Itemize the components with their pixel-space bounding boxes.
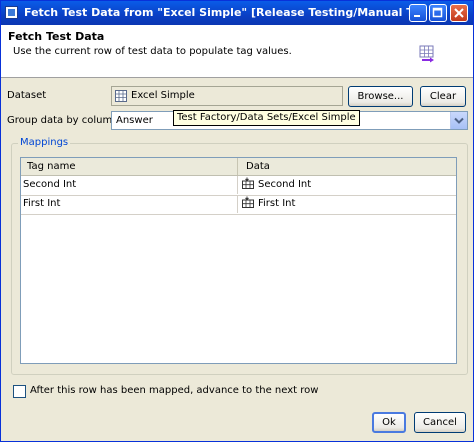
column-field-icon [242,196,254,208]
maximize-button[interactable] [429,4,447,22]
header-description: Use the current row of test data to popu… [13,46,292,57]
data-value: First Int [258,198,296,209]
close-icon [454,8,464,18]
maximize-icon [432,7,443,18]
column-field-icon [242,177,254,189]
header-title: Fetch Test Data [8,30,105,43]
clear-button[interactable]: Clear [420,86,466,107]
table-row[interactable]: First Int First Int [21,195,456,215]
data-cell[interactable]: Second Int [238,176,456,194]
dataset-tooltip: Test Factory/Data Sets/Excel Simple [173,110,360,126]
dataset-value: Excel Simple [131,90,195,101]
column-header-data[interactable]: Data [238,158,456,175]
tag-name-cell[interactable]: Second Int [21,176,238,194]
chevron-down-icon [454,117,464,124]
group-by-label: Group data by column [7,115,119,126]
dataset-label: Dataset [7,90,47,101]
spreadsheet-icon [115,90,127,102]
data-value: Second Int [258,179,312,190]
table-row[interactable]: Second Int Second Int [21,176,456,196]
title-bar[interactable]: Fetch Test Data from "Excel Simple" [Rel… [1,1,473,25]
column-header-tag-name[interactable]: Tag name [21,158,238,175]
mappings-group: Mappings Tag name Data Second Int Second… [11,137,468,375]
group-by-value: Answer [116,115,153,126]
mappings-table: Tag name Data Second Int Second Int Firs… [20,157,457,364]
window-title: Fetch Test Data from "Excel Simple" [Rel… [24,6,414,19]
mappings-legend: Mappings [18,137,71,148]
table-header: Tag name Data [21,158,456,176]
advance-label[interactable]: After this row has been mapped, advance … [30,385,318,396]
dataset-field[interactable]: Excel Simple [111,86,343,106]
data-cell[interactable]: First Int [238,195,456,213]
close-button[interactable] [450,4,468,22]
minimize-icon [414,15,420,17]
minimize-button[interactable] [409,4,427,22]
ok-button[interactable]: Ok [372,412,406,433]
app-icon [5,6,18,19]
tag-name-cell[interactable]: First Int [21,195,238,213]
browse-button[interactable]: Browse... [348,86,413,107]
dialog-window: Fetch Test Data from "Excel Simple" [Rel… [0,0,474,442]
table-arrow-icon [419,45,434,63]
dropdown-button[interactable] [450,112,467,129]
advance-checkbox[interactable] [13,385,26,398]
cancel-button[interactable]: Cancel [414,412,466,433]
dialog-header: Fetch Test Data Use the current row of t… [1,25,473,78]
